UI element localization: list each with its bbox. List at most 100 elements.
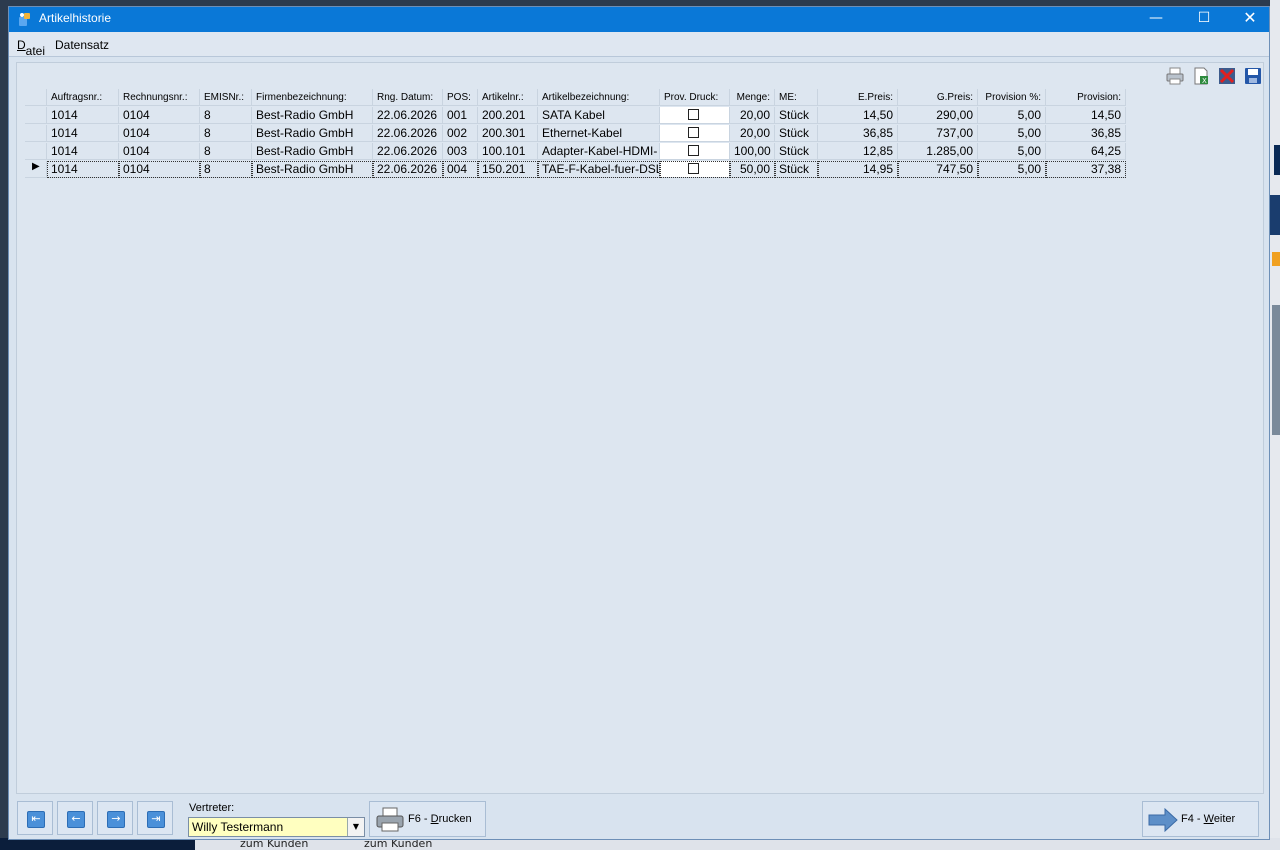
table-cell[interactable]: SATA Kabel [538, 107, 660, 124]
table-cell[interactable]: 64,25 [1046, 143, 1126, 160]
prov-druck-checkbox-cell[interactable] [660, 107, 730, 124]
column-header[interactable]: Provision: [1046, 89, 1126, 106]
table-cell[interactable]: 50,00 [730, 161, 775, 178]
previous-record-button[interactable]: ← [57, 801, 93, 835]
column-header[interactable]: Rechnungsnr.: [119, 89, 200, 106]
table-cell[interactable]: 37,38 [1046, 161, 1126, 178]
table-cell[interactable]: 100,00 [730, 143, 775, 160]
column-header[interactable]: Artikelbezeichnung: [538, 89, 660, 106]
table-cell[interactable]: 1.285,00 [898, 143, 978, 160]
table-cell[interactable]: 0104 [119, 161, 200, 178]
column-header[interactable]: E.Preis: [818, 89, 898, 106]
table-cell[interactable]: TAE-F-Kabel-fuer-DSL- [538, 161, 660, 178]
prov-druck-checkbox[interactable] [688, 109, 699, 120]
table-cell[interactable]: 5,00 [978, 125, 1046, 142]
table-cell[interactable]: 747,50 [898, 161, 978, 178]
table-cell[interactable]: Stück [775, 161, 818, 178]
table-cell[interactable]: 1014 [47, 125, 119, 142]
table-cell[interactable]: 5,00 [978, 107, 1046, 124]
close-button[interactable]: ✕ [1227, 7, 1273, 32]
save-icon[interactable] [1243, 66, 1263, 86]
table-cell[interactable]: 200.301 [478, 125, 538, 142]
prov-druck-checkbox[interactable] [688, 127, 699, 138]
maximize-button[interactable]: ☐ [1181, 7, 1227, 32]
table-cell[interactable]: 12,85 [818, 143, 898, 160]
column-header[interactable]: EMISNr.: [200, 89, 252, 106]
table-cell[interactable]: 002 [443, 125, 478, 142]
column-header[interactable]: G.Preis: [898, 89, 978, 106]
table-cell[interactable]: 20,00 [730, 125, 775, 142]
chevron-down-icon[interactable]: ▼ [347, 818, 364, 836]
table-cell[interactable]: 1014 [47, 161, 119, 178]
print-button[interactable]: F6 - Drucken [369, 801, 486, 837]
table-cell[interactable]: 14,50 [818, 107, 898, 124]
table-cell[interactable]: Best-Radio GmbH [252, 125, 373, 142]
table-cell[interactable]: 0104 [119, 143, 200, 160]
table-cell[interactable]: 22.06.2026 [373, 161, 443, 178]
table-cell[interactable]: 150.201 [478, 161, 538, 178]
table-cell[interactable]: 1014 [47, 143, 119, 160]
printer-icon[interactable] [1165, 66, 1185, 86]
menu-datei[interactable]: Datei [17, 38, 45, 58]
row-selector[interactable] [25, 143, 47, 160]
table-cell[interactable]: 0104 [119, 107, 200, 124]
row-selector[interactable]: ▶ [25, 161, 47, 178]
prov-druck-checkbox[interactable] [688, 163, 699, 174]
table-row[interactable]: 1014 0104 8 Best-Radio GmbH 22.06.2026 002 200… [25, 125, 1126, 143]
column-header[interactable]: Provision %: [978, 89, 1046, 106]
table-cell[interactable]: 36,85 [1046, 125, 1126, 142]
table-cell[interactable]: 1014 [47, 107, 119, 124]
table-cell[interactable]: 8 [200, 161, 252, 178]
table-cell[interactable]: Stück [775, 107, 818, 124]
table-cell[interactable]: 004 [443, 161, 478, 178]
table-cell[interactable]: 22.06.2026 [373, 125, 443, 142]
table-cell[interactable]: 14,95 [818, 161, 898, 178]
last-record-button[interactable]: ⇥ [137, 801, 173, 835]
table-cell[interactable]: 5,00 [978, 161, 1046, 178]
table-cell[interactable]: 8 [200, 143, 252, 160]
table-cell[interactable]: 20,00 [730, 107, 775, 124]
table-cell[interactable]: 290,00 [898, 107, 978, 124]
table-cell[interactable]: 22.06.2026 [373, 107, 443, 124]
table-cell[interactable]: Adapter-Kabel-HDMI- [538, 143, 660, 160]
table-cell[interactable]: 14,50 [1046, 107, 1126, 124]
table-cell[interactable]: 001 [443, 107, 478, 124]
delete-icon[interactable] [1217, 66, 1237, 86]
column-header[interactable]: Menge: [730, 89, 775, 106]
table-row[interactable]: 1014 0104 8 Best-Radio GmbH 22.06.2026 003 100… [25, 143, 1126, 161]
prov-druck-checkbox-cell[interactable] [660, 125, 730, 142]
menu-datensatz[interactable]: Datensatz [55, 38, 109, 52]
table-cell[interactable]: Ethernet-Kabel [538, 125, 660, 142]
table-cell[interactable]: Best-Radio GmbH [252, 107, 373, 124]
table-cell[interactable]: Best-Radio GmbH [252, 161, 373, 178]
table-row[interactable]: ▶ 1014 0104 8 Best-Radio GmbH 22.06.2026 004 15… [25, 161, 1126, 179]
title-bar[interactable]: Artikelhistorie — ☐ ✕ [9, 7, 1269, 32]
table-cell[interactable]: 200.201 [478, 107, 538, 124]
table-cell[interactable]: 8 [200, 125, 252, 142]
table-cell[interactable]: 36,85 [818, 125, 898, 142]
column-header[interactable]: Artikelnr.: [478, 89, 538, 106]
table-cell[interactable]: 003 [443, 143, 478, 160]
column-header[interactable]: Prov. Druck: [660, 89, 730, 106]
vertreter-combobox[interactable]: Willy Testermann ▼ [188, 817, 365, 837]
row-selector[interactable] [25, 107, 47, 124]
column-header[interactable]: Rng. Datum: [373, 89, 443, 106]
column-header[interactable]: POS: [443, 89, 478, 106]
minimize-button[interactable]: — [1133, 7, 1179, 32]
table-cell[interactable]: 737,00 [898, 125, 978, 142]
prov-druck-checkbox-cell[interactable] [660, 143, 730, 160]
table-cell[interactable]: Best-Radio GmbH [252, 143, 373, 160]
column-header[interactable]: ME: [775, 89, 818, 106]
first-record-button[interactable]: ⇤ [17, 801, 53, 835]
column-header[interactable]: Firmenbezeichnung: [252, 89, 373, 106]
table-cell[interactable]: 8 [200, 107, 252, 124]
prov-druck-checkbox[interactable] [688, 145, 699, 156]
table-row[interactable]: 1014 0104 8 Best-Radio GmbH 22.06.2026 001 200… [25, 107, 1126, 125]
prov-druck-checkbox-cell[interactable] [660, 161, 730, 178]
table-cell[interactable]: 100.101 [478, 143, 538, 160]
table-cell[interactable]: Stück [775, 125, 818, 142]
next-record-button[interactable]: → [97, 801, 133, 835]
table-cell[interactable]: Stück [775, 143, 818, 160]
table-cell[interactable]: 0104 [119, 125, 200, 142]
table-cell[interactable]: 5,00 [978, 143, 1046, 160]
